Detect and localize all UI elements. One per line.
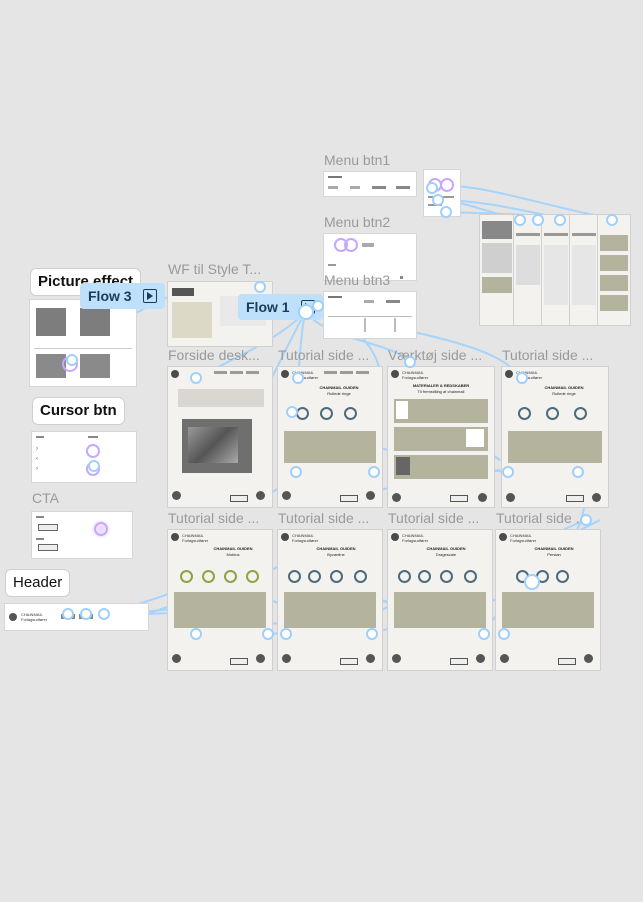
picture-effect-frame[interactable] xyxy=(30,300,136,386)
connection-node[interactable] xyxy=(190,628,202,640)
component-label-cursor-btn: Cursor btn xyxy=(32,397,125,425)
frame-label-wf-til-style: WF til Style T... xyxy=(168,261,262,277)
mini-page-3[interactable] xyxy=(542,215,570,325)
connection-node[interactable] xyxy=(286,406,298,418)
connection-node[interactable] xyxy=(98,608,110,620)
tutorial-frame-6[interactable]: CHAINMAIL Forlagsudfører CHAINMAIL GUIDE… xyxy=(496,530,600,670)
connection-node[interactable] xyxy=(606,214,618,226)
tutorial-frame-2[interactable]: CHAINMAIL Forlagsudfører CHAINMAIL GUIDE… xyxy=(502,367,608,507)
tutorial-frame-1[interactable]: CHAINMAIL Forlagsudfører CHAINMAIL GUIDE… xyxy=(278,367,382,507)
connection-node[interactable] xyxy=(524,574,540,590)
page-title: CHAINMAIL GUIDEN xyxy=(319,385,359,390)
tutorial-frame-5[interactable]: CHAINMAIL Forlagsudfører CHAINMAIL GUIDE… xyxy=(388,530,492,670)
header-brand: CHAINMAIL Forlagsudfører xyxy=(21,612,48,622)
connection-node[interactable] xyxy=(478,628,490,640)
cursor-btn-frame[interactable]: › ‹ › xyxy=(32,432,136,482)
frame-label-tutorial-5: Tutorial side ... xyxy=(388,510,480,526)
connection-node[interactable] xyxy=(290,466,302,478)
header-frame[interactable]: CHAINMAIL Forlagsudfører xyxy=(5,604,148,630)
frame-label-vaerktoej: Værktøj side ... xyxy=(388,347,483,363)
connection-node[interactable] xyxy=(88,460,100,472)
vaerktoej-frame[interactable]: CHAINMAIL Forlagsudfører MATERIALER & RE… xyxy=(388,367,494,507)
connection-node[interactable] xyxy=(432,194,444,206)
frame-label-tutorial-4: Tutorial side ... xyxy=(278,510,370,526)
connection-node[interactable] xyxy=(292,372,304,384)
flow-1-label: Flow 1 xyxy=(246,299,290,315)
connection-node[interactable] xyxy=(404,356,416,368)
tutorial-frame-4[interactable]: CHAINMAIL Forlagsudfører CHAINMAIL GUIDE… xyxy=(278,530,382,670)
frame-label-tutorial-6: Tutorial side ... xyxy=(496,510,588,526)
frame-label-tutorial-2: Tutorial side ... xyxy=(502,347,594,363)
frame-label-tutorial-3: Tutorial side ... xyxy=(168,510,260,526)
connection-node[interactable] xyxy=(498,628,510,640)
mini-page-5[interactable] xyxy=(598,215,630,325)
frame-label-menu-btn3: Menu btn3 xyxy=(324,272,391,288)
connection-node[interactable] xyxy=(280,628,292,640)
cta-frame[interactable] xyxy=(32,512,132,558)
menu-btn3-frame[interactable] xyxy=(324,292,416,338)
flow-3-label: Flow 3 xyxy=(88,288,132,304)
connection-node[interactable] xyxy=(532,214,544,226)
connection-node[interactable] xyxy=(368,466,380,478)
connection-node[interactable] xyxy=(262,628,274,640)
connection-node[interactable] xyxy=(502,466,514,478)
connection-node[interactable] xyxy=(554,214,566,226)
connection-node[interactable] xyxy=(516,372,528,384)
connection-node[interactable] xyxy=(190,372,202,384)
frame-label-forside: Forside desk... xyxy=(168,347,260,363)
connection-node[interactable] xyxy=(514,214,526,226)
menu-btn1-frame[interactable] xyxy=(324,172,416,196)
flow-3-badge[interactable]: Flow 3 xyxy=(80,283,166,309)
frame-label-menu-btn1: Menu btn1 xyxy=(324,152,391,168)
connection-node[interactable] xyxy=(426,182,438,194)
connection-node[interactable] xyxy=(572,466,584,478)
mini-page-1[interactable] xyxy=(480,215,514,325)
connection-node[interactable] xyxy=(254,281,266,293)
connection-node[interactable] xyxy=(62,608,74,620)
mini-page-2[interactable] xyxy=(514,215,542,325)
connection-node[interactable] xyxy=(312,300,324,312)
component-label-header: Header xyxy=(5,569,71,597)
connection-node[interactable] xyxy=(66,354,78,366)
connection-node[interactable] xyxy=(366,628,378,640)
mini-page-4[interactable] xyxy=(570,215,598,325)
play-icon[interactable] xyxy=(143,289,158,303)
connection-node[interactable] xyxy=(80,608,92,620)
frame-label-tutorial-1: Tutorial side ... xyxy=(278,347,370,363)
connection-node[interactable] xyxy=(580,514,592,526)
connection-node[interactable] xyxy=(440,206,452,218)
tutorial-frame-3[interactable]: CHAINMAIL Forlagsudfører CHAINMAIL GUIDE… xyxy=(168,530,272,670)
forside-desktop-frame[interactable] xyxy=(168,367,272,507)
frame-label-menu-btn2: Menu btn2 xyxy=(324,214,391,230)
component-label-cta: CTA xyxy=(32,490,59,506)
